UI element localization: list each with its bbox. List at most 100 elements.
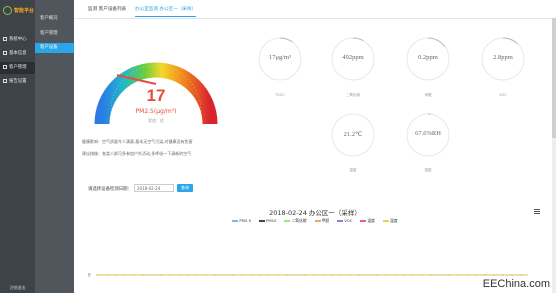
scrollbar-thumb[interactable]: [552, 18, 556, 138]
legend-item[interactable]: PM10: [259, 218, 276, 223]
data-point: [511, 274, 513, 276]
legend-item[interactable]: 甲醛: [314, 218, 330, 224]
tab-bar: 监测 客户设备列表 办公室监测 办公区一（采样）: [74, 0, 556, 19]
sidebar-item-customers[interactable]: 客户管理: [0, 62, 35, 74]
data-point: [232, 274, 234, 276]
metric-label: TVOC: [275, 93, 285, 97]
sidebar-item-info[interactable]: 基本信息: [0, 48, 35, 60]
chart-legend: PM2.5 PM10 二氧化碳 甲醛 VOC 温度 湿度: [74, 218, 556, 224]
sidebar-item-system[interactable]: 系统中心: [0, 34, 35, 46]
data-point: [268, 274, 270, 276]
data-point: [187, 274, 189, 276]
monitor-icon: [3, 36, 7, 41]
app-logo: 智能平台: [3, 6, 34, 15]
settings-icon: [3, 78, 7, 83]
gauge-status: 状态：优: [148, 118, 164, 123]
legend-label: 湿度: [389, 218, 398, 223]
metric-humidity: 67.6%RH: [405, 112, 451, 158]
info-icon: [3, 50, 7, 55]
metric-value: 0.2ppm: [418, 54, 438, 61]
submenu-item-manage[interactable]: 客户管理: [35, 29, 74, 39]
data-point: [160, 274, 162, 276]
data-point: [295, 274, 297, 276]
legend-label: 温度: [367, 218, 375, 223]
metric-label: 温度: [349, 168, 357, 172]
data-point: [124, 274, 126, 276]
data-point: [475, 274, 477, 276]
data-point: [358, 274, 360, 276]
legend-item[interactable]: 湿度: [382, 218, 398, 224]
data-point: [349, 274, 351, 276]
metric-label: VOC: [499, 93, 507, 97]
data-point: [196, 274, 198, 276]
data-point: [205, 274, 207, 276]
data-point: [376, 274, 378, 276]
data-point: [448, 274, 450, 276]
sidebar-item-reports[interactable]: 报告设置: [0, 76, 35, 88]
data-point: [304, 274, 306, 276]
legend-swatch: [232, 220, 239, 222]
data-point: [241, 274, 243, 276]
metric-formaldehyde: 0.2ppm: [405, 36, 451, 82]
data-point: [421, 274, 423, 276]
query-button[interactable]: 查询: [177, 184, 193, 192]
y-tick-label: 0: [88, 273, 91, 278]
legend-label: 甲醛: [321, 218, 330, 223]
legend-swatch: [259, 220, 266, 222]
submenu: 客户概况 客户管理 客户设备: [35, 0, 74, 293]
gauge-unit: PM2.5(μg/m³): [135, 108, 177, 115]
data-point: [520, 274, 522, 276]
advice-text: 建议措施：各类人群可多参加户外活动,多呼吸一下清新的空气: [82, 151, 192, 156]
data-point: [322, 274, 324, 276]
data-point: [484, 274, 486, 276]
tab-office-monitor[interactable]: 办公室监测 办公区一（采样）: [135, 6, 197, 17]
metric-temperature: 21.2℃: [330, 112, 376, 158]
data-point: [502, 274, 504, 276]
data-point: [430, 274, 432, 276]
metric-value: 492ppm: [342, 54, 364, 61]
legend-item[interactable]: VOC: [337, 218, 352, 223]
main-content: 监测 客户设备列表 办公室监测 办公区一（采样） 17 PM2.5(μg/m³): [74, 0, 556, 293]
data-point: [133, 274, 135, 276]
legend-label: VOC: [344, 218, 353, 223]
metric-value: 21.2℃: [343, 131, 363, 138]
legend-item[interactable]: PM2.5: [232, 218, 251, 223]
pm25-gauge: 17 PM2.5(μg/m³) 状态：优: [94, 26, 218, 134]
legend-swatch: [337, 220, 344, 222]
data-point: [115, 274, 117, 276]
metric-label: 二氧化碳: [346, 93, 360, 97]
date-input[interactable]: 2018-02-24: [134, 184, 174, 192]
legend-label: 二氧化碳: [291, 218, 307, 223]
legend-swatch: [360, 220, 367, 222]
metric-co2: 492ppm: [330, 36, 376, 82]
user-icon: [3, 64, 7, 69]
data-point: [403, 274, 405, 276]
data-point: [466, 274, 468, 276]
submenu-item-overview[interactable]: 客户概况: [35, 14, 74, 24]
metric-value: 2.8ppm: [493, 54, 513, 61]
legend-item[interactable]: 二氧化碳: [284, 218, 307, 224]
chart-menu-icon[interactable]: [534, 209, 540, 214]
health-impact-text: 健康影响：空气质量令人满意,基本无空气污染,对健康没有危害: [82, 139, 193, 144]
metric-label: 甲醛: [424, 93, 432, 97]
data-point: [457, 274, 459, 276]
metric-voc: 2.8ppm: [480, 36, 526, 82]
watermark: EEChina.com: [482, 278, 550, 290]
sidebar: 智能平台 系统中心 基本信息 客户管理 报告设置 注销退出: [0, 0, 35, 293]
data-point: [250, 274, 252, 276]
legend-swatch: [284, 220, 291, 222]
data-point: [178, 274, 180, 276]
submenu-item-devices[interactable]: 客户设备: [35, 43, 74, 53]
data-point: [286, 274, 288, 276]
data-point: [331, 274, 333, 276]
legend-label: PM10: [266, 218, 277, 223]
data-point: [277, 274, 279, 276]
data-point: [394, 274, 396, 276]
logout-link[interactable]: 注销退出: [0, 285, 35, 291]
legend-item[interactable]: 温度: [360, 218, 375, 224]
data-point: [142, 274, 144, 276]
metric-value: 17μg/m³: [268, 54, 292, 61]
tab-device-list[interactable]: 监测 客户设备列表: [88, 6, 126, 12]
data-point: [97, 274, 99, 276]
logo-ring-icon: [3, 6, 12, 15]
